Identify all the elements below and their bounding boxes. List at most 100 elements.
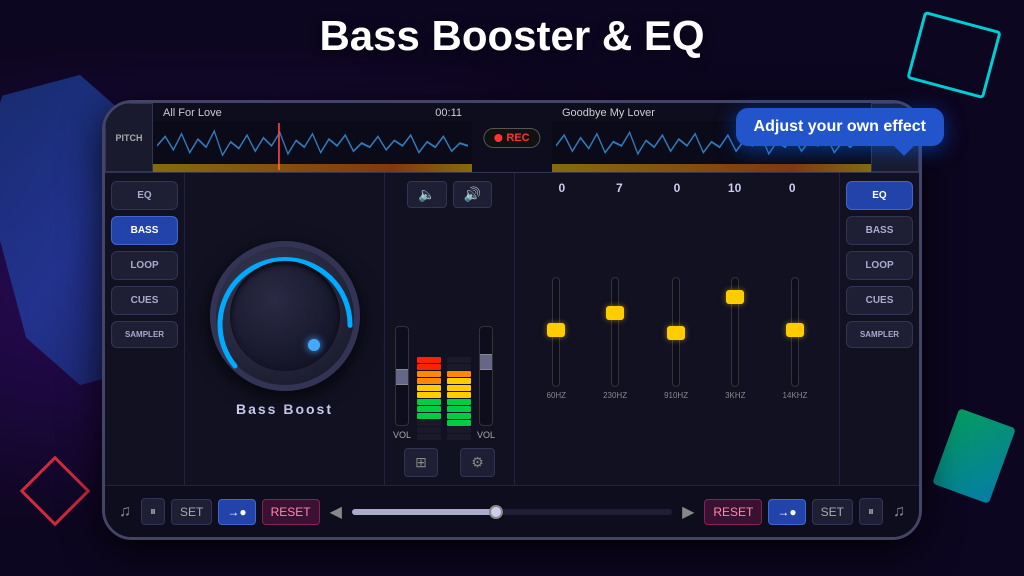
eq-val-2: 0	[662, 181, 692, 195]
eq-fader-handle-60hz	[547, 323, 565, 337]
vu-bars-right-visual	[447, 340, 471, 440]
eq-freq-3khz: 3KHZ	[725, 391, 745, 400]
vu-bars-left-visual	[417, 340, 441, 440]
vu-seg	[417, 434, 441, 440]
vu-seg	[417, 392, 441, 398]
right-bass-btn[interactable]: BASS	[846, 216, 913, 245]
vu-seg	[447, 434, 471, 440]
next-icon[interactable]: ▶	[678, 498, 698, 526]
vu-seg	[447, 427, 471, 433]
eq-fader-230hz: 230HZ	[603, 277, 627, 400]
reset-left-btn[interactable]: RESET	[262, 499, 320, 525]
left-track-info: All For Love 00:11	[153, 103, 472, 121]
eq-faders-row: 60HZ 230HZ 910HZ	[523, 199, 831, 477]
knob-inner	[230, 261, 340, 371]
right-fader-track[interactable]	[479, 326, 493, 426]
left-panel: EQ BASS LOOP CUES SAMPLER	[105, 173, 185, 485]
vu-bottom-icons: ⊞ ⚙	[393, 448, 506, 477]
left-waveform: All For Love 00:11	[153, 103, 472, 172]
eq-fader-3khz: 3KHZ	[725, 277, 745, 400]
vol-left-label: VOL	[393, 430, 411, 440]
left-fader-handle	[395, 369, 409, 385]
pause-left-btn[interactable]: ⏸	[141, 498, 165, 525]
speaker-right-btn[interactable]: 🔊	[453, 181, 492, 208]
left-fader-track[interactable]	[395, 326, 409, 426]
tooltip-bubble: Adjust your own effect	[736, 108, 944, 146]
vu-seg	[417, 406, 441, 412]
vu-seg	[447, 392, 471, 398]
vu-seg	[447, 378, 471, 384]
right-cues-btn[interactable]: CUES	[846, 286, 913, 315]
progress-bar[interactable]	[352, 509, 672, 515]
progress-thumb	[489, 505, 503, 519]
left-track-time: 00:11	[435, 107, 462, 119]
right-sampler-btn[interactable]: SAMPLER	[846, 321, 913, 348]
left-eq-btn[interactable]: EQ	[111, 181, 178, 210]
eq-fader-track-60hz[interactable]	[552, 277, 560, 387]
vu-seg	[447, 399, 471, 405]
pitch-btn-left[interactable]: PITCH	[105, 103, 153, 172]
rec-button[interactable]: REC	[483, 128, 540, 148]
vu-seg	[417, 420, 441, 426]
knob-area: Bass Boost	[185, 173, 385, 485]
music-note-left-icon: ♫	[115, 499, 135, 525]
vu-seg	[417, 371, 441, 377]
grid-icon-btn[interactable]: ⊞	[404, 448, 438, 477]
bass-boost-knob[interactable]	[210, 241, 360, 391]
vol-fader-left: VOL	[393, 326, 411, 440]
prev-icon[interactable]: ◀	[326, 498, 346, 526]
reset-right-btn[interactable]: RESET	[704, 499, 762, 525]
progress-fill	[352, 509, 496, 515]
right-loop-btn[interactable]: LOOP	[846, 251, 913, 280]
vu-seg	[417, 413, 441, 419]
vu-seg	[447, 413, 471, 419]
pause-right-btn[interactable]: ⏸	[859, 498, 883, 525]
eq-fader-60hz: 60HZ	[547, 277, 567, 400]
eq-fader-track-910hz[interactable]	[672, 277, 680, 387]
vu-seg	[417, 427, 441, 433]
eq-values-row: 0 7 0 10 0	[523, 181, 831, 195]
vu-seg	[417, 364, 441, 370]
transport-bar: ♫ ⏸ SET →● RESET ◀ ▶ RESET →● SET ⏸ ♫	[105, 485, 919, 537]
left-loop-btn[interactable]: LOOP	[111, 251, 178, 280]
vu-meters-row: VOL	[393, 216, 506, 440]
set-right-btn[interactable]: SET	[812, 499, 853, 525]
eq-fader-14khz: 14KHZ	[783, 277, 808, 400]
eq-freq-910hz: 910HZ	[664, 391, 688, 400]
eq-val-3: 10	[720, 181, 750, 195]
vu-seg	[447, 371, 471, 377]
eq-fader-track-14khz[interactable]	[791, 277, 799, 387]
eq-fader-track-3khz[interactable]	[731, 277, 739, 387]
eq-fader-910hz: 910HZ	[664, 277, 688, 400]
knob-indicator	[308, 339, 320, 351]
vu-seg	[417, 357, 441, 363]
arrow-rec-left-btn[interactable]: →●	[218, 499, 255, 525]
left-sampler-btn[interactable]: SAMPLER	[111, 321, 178, 348]
vu-top-buttons: 🔈 🔊	[393, 181, 506, 208]
right-track-name: Goodbye My Lover	[562, 107, 655, 119]
vol-right-label: VOL	[477, 430, 495, 440]
knob-label: Bass Boost	[236, 401, 333, 417]
left-bass-btn[interactable]: BASS	[111, 216, 178, 245]
vu-bars-right	[447, 340, 471, 440]
gear-icon-btn[interactable]: ⚙	[460, 448, 495, 477]
left-track-name: All For Love	[163, 107, 222, 119]
eq-fader-handle-14khz	[786, 323, 804, 337]
eq-fader-handle-910hz	[667, 326, 685, 340]
vu-seg	[447, 357, 471, 363]
eq-fader-track-230hz[interactable]	[611, 277, 619, 387]
right-panel: EQ BASS LOOP CUES SAMPLER	[839, 173, 919, 485]
vu-seg	[447, 385, 471, 391]
rec-label: REC	[506, 132, 529, 144]
set-left-btn[interactable]: SET	[171, 499, 212, 525]
eq-faders-area: 0 7 0 10 0 60HZ	[515, 173, 839, 485]
music-note-right-icon: ♫	[889, 499, 909, 525]
left-cues-btn[interactable]: CUES	[111, 286, 178, 315]
right-eq-btn[interactable]: EQ	[846, 181, 913, 210]
phone-screen: PITCH All For Love 00:11	[105, 103, 919, 537]
arrow-rec-right-btn[interactable]: →●	[768, 499, 805, 525]
speaker-left-btn[interactable]: 🔈	[407, 181, 446, 208]
left-waveform-visual	[153, 121, 472, 172]
knob-outer	[210, 241, 360, 391]
vol-fader-right: VOL	[477, 326, 495, 440]
